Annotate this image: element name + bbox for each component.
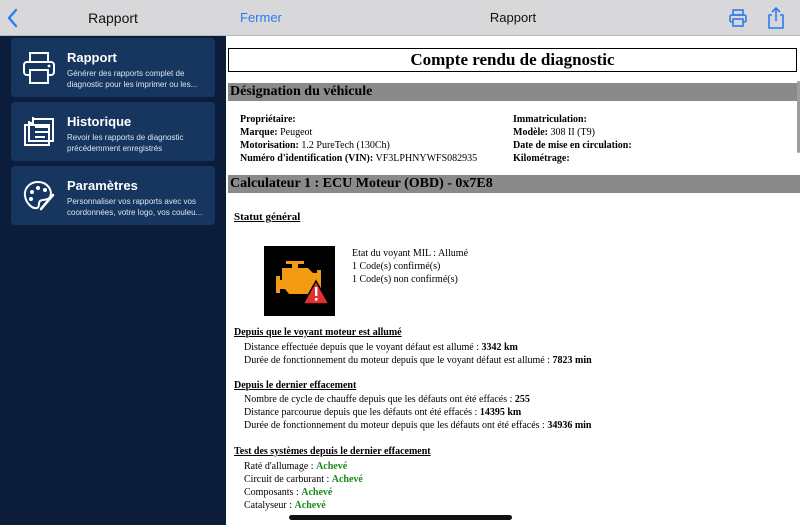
test-row: Catalyseur : Achevé xyxy=(244,500,326,511)
printer-icon xyxy=(21,51,57,85)
confirmed-codes: 1 Code(s) confirmé(s) xyxy=(352,261,441,272)
vehicle-info-left: Propriétaire: Marque: Peugeot Motorisati… xyxy=(240,114,478,164)
vehicle-section-header: Désignation du véhicule xyxy=(228,83,800,101)
home-indicator[interactable] xyxy=(289,515,512,520)
report-title: Compte rendu de diagnostic xyxy=(228,48,797,72)
report-pane: Fermer Rapport Compte rendu de diagnosti… xyxy=(226,0,800,525)
sidebar-item-parametres[interactable]: Paramètres Personnaliser vos rapports av… xyxy=(11,166,215,225)
tests-heading: Test des systèmes depuis le dernier effa… xyxy=(234,446,431,457)
since-clear-duration: Durée de fonctionnement du moteur depuis… xyxy=(244,420,592,431)
test-row: Circuit de carburant : Achevé xyxy=(244,474,363,485)
since-mil-heading: Depuis que le voyant moteur est allumé xyxy=(234,327,402,338)
since-clear-heading: Depuis le dernier effacement xyxy=(234,380,357,391)
unconfirmed-codes: 1 Code(s) non confirmé(s) xyxy=(352,274,458,285)
mil-status: Etat du voyant MIL : Allumé xyxy=(352,248,469,259)
page-title: Rapport xyxy=(489,10,537,25)
sidebar: Rapport Rapport Générer des rapports com… xyxy=(0,0,226,525)
since-clear-cycles: Nombre de cycle de chauffe depuis que le… xyxy=(244,394,530,405)
since-clear-distance: Distance parcourue depuis que les défaut… xyxy=(244,407,522,418)
sidebar-item-label: Historique xyxy=(67,114,132,129)
since-mil-distance: Distance effectuée depuis que le voyant … xyxy=(244,342,518,353)
palette-icon xyxy=(21,179,57,213)
sidebar-item-historique[interactable]: Historique Revoir les rapports de diagno… xyxy=(11,102,215,161)
documents-icon xyxy=(21,115,57,149)
sidebar-item-label: Paramètres xyxy=(67,178,138,193)
engine-warning-icon xyxy=(264,246,335,316)
report-document[interactable]: Compte rendu de diagnostic Désignation d… xyxy=(226,37,800,525)
test-row: Composants : Achevé xyxy=(244,487,333,498)
vehicle-info-right: Immatriculation: Modèle: 308 II (T9) Dat… xyxy=(513,114,632,164)
since-mil-duration: Durée de fonctionnement du moteur depuis… xyxy=(244,355,592,366)
sidebar-item-desc: Générer des rapports complet de diagnost… xyxy=(67,69,198,89)
share-icon[interactable] xyxy=(766,6,786,30)
test-row: Raté d'allumage : Achevé xyxy=(244,461,348,472)
sidebar-title: Rapport xyxy=(88,10,138,26)
sidebar-item-label: Rapport xyxy=(67,50,117,65)
navigation-bar: Fermer Rapport xyxy=(226,0,800,36)
print-icon[interactable] xyxy=(728,8,748,28)
ecu-section-header: Calculateur 1 : ECU Moteur (OBD) - 0x7E8 xyxy=(228,175,800,193)
sidebar-header: Rapport xyxy=(0,0,226,36)
sidebar-item-desc: Personnaliser vos rapports avec vos coor… xyxy=(67,197,203,217)
status-heading: Statut général xyxy=(234,211,301,223)
sidebar-item-rapport[interactable]: Rapport Générer des rapports complet de … xyxy=(11,38,215,97)
sidebar-item-desc: Revoir les rapports de diagnostic précéd… xyxy=(67,133,184,153)
